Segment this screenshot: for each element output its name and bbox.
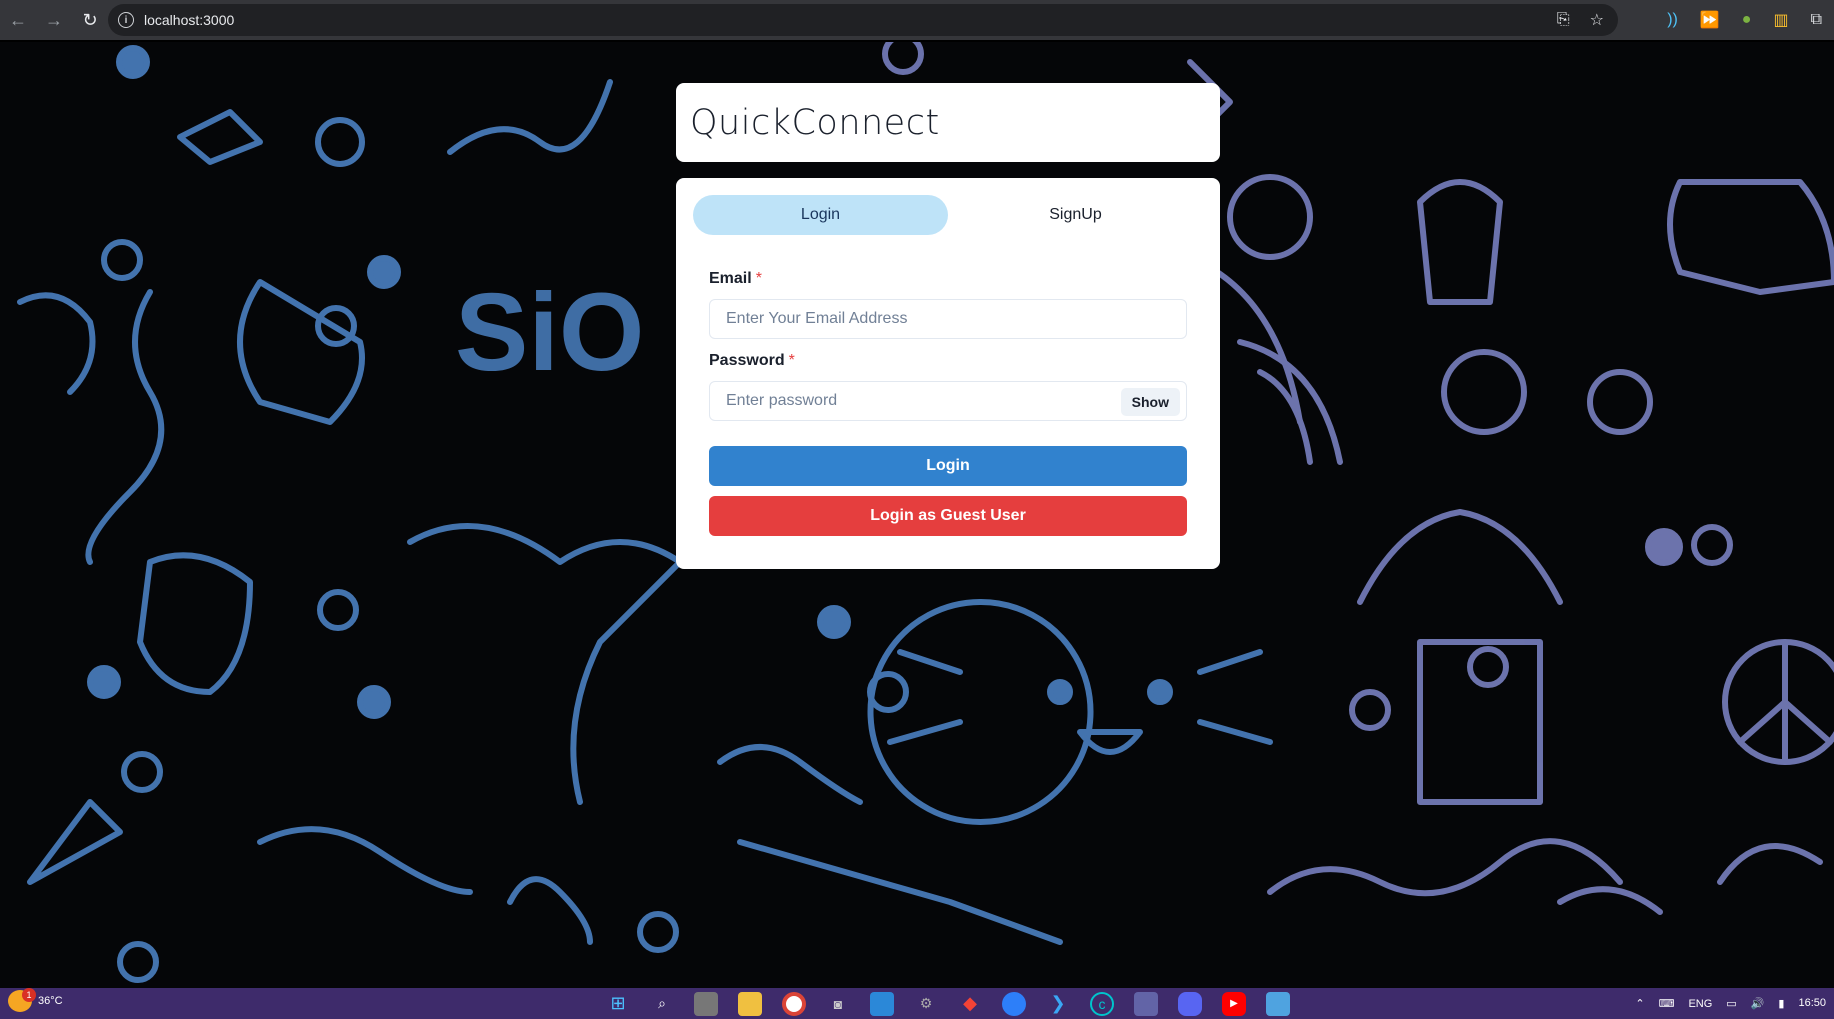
browser-toolbar: ← → ↻ i localhost:3000 ⎘ ☆ )) ⏩ ● ▥ ⧉ [0,0,1834,40]
site-info-icon[interactable]: i [118,12,134,28]
weather-temp: 36°C [38,995,63,1007]
password-input[interactable] [726,392,1186,410]
chevron-up-icon[interactable]: ⌃ [1635,997,1644,1010]
camera-icon[interactable]: ◙ [826,992,850,1016]
teams-icon[interactable] [1134,991,1158,1016]
forward-icon[interactable]: → [36,2,72,38]
email-label-text: Email [709,270,752,287]
background-sio-glyph: SiO [455,271,645,394]
network-icon[interactable]: ▭ [1726,997,1736,1010]
weather-sun-icon: 1 [8,988,36,1012]
install-app-icon[interactable]: ⎘ [1557,11,1570,29]
clock[interactable]: 16:50 [1798,997,1826,1010]
guest-login-button[interactable]: Login as Guest User [709,496,1187,536]
extension-chart-icon[interactable]: ▥ [1773,10,1788,30]
url-text[interactable]: localhost:3000 [144,12,234,28]
windows-start-icon[interactable]: ⊞ [606,992,630,1016]
app-title: QuickConnect [690,102,940,143]
email-required-mark: * [755,270,762,287]
email-input[interactable] [726,310,1186,328]
chrome-icon[interactable] [782,991,806,1016]
back-icon[interactable]: ← [0,2,36,38]
bookmark-star-icon[interactable]: ☆ [1590,10,1604,30]
taskbar-apps: ⊞ ⌕ ◙ ⚙ ◆ ❯ c ▶ [606,988,1290,1019]
email-label: Email * [709,270,762,288]
auth-tabs: Login SignUp [693,195,1203,235]
tab-signup[interactable]: SignUp [948,195,1203,235]
weather-badge: 1 [22,988,36,1002]
show-password-button[interactable]: Show [1120,388,1180,416]
address-bar[interactable]: i localhost:3000 ⎘ ☆ [108,4,1618,36]
edge-icon[interactable] [1002,991,1026,1016]
system-tray: ⌃ ⌨ ENG ▭ 🔊 ▮ 16:50 [1635,988,1826,1019]
settings-icon[interactable]: ⚙ [914,992,938,1016]
auth-card: Login SignUp Email* Password* Show Login… [676,178,1220,569]
keyboard-icon[interactable]: ⌨ [1659,997,1675,1010]
file-explorer-icon[interactable] [738,991,762,1016]
task-view-icon[interactable] [694,991,718,1016]
discord-icon[interactable] [1178,991,1202,1016]
login-button[interactable]: Login [709,446,1187,486]
battery-icon[interactable]: ▮ [1778,997,1784,1010]
tab-login[interactable]: Login [693,195,948,235]
password-required-mark: * [788,352,795,369]
canva-icon[interactable]: c [1090,991,1114,1016]
extensions-puzzle-icon[interactable]: ⧉ [1811,11,1822,29]
taskbar: 1 36°C ⊞ ⌕ ◙ ⚙ ◆ ❯ c ▶ ⌃ ⌨ ENG ▭ 🔊 ▮ 16:… [0,988,1834,1019]
vscode-icon[interactable]: ❯ [1046,992,1070,1016]
youtube-icon[interactable]: ▶ [1222,991,1246,1016]
email-field[interactable] [709,299,1187,339]
extension-fastforward-icon[interactable]: ⏩ [1700,10,1720,30]
password-label-text: Password [709,352,785,369]
extension-globe-icon[interactable]: ● [1742,11,1752,29]
git-icon[interactable]: ◆ [958,992,982,1016]
language-indicator[interactable]: ENG [1688,998,1712,1010]
volume-icon[interactable]: 🔊 [1751,997,1765,1010]
notepad-icon[interactable] [1266,991,1290,1016]
password-label: Password * [709,352,795,370]
password-field[interactable]: Show [709,381,1187,421]
extension-wave-icon[interactable]: )) [1667,11,1678,29]
store-icon[interactable] [870,991,894,1016]
clock-time: 16:50 [1798,997,1826,1009]
weather-widget[interactable]: 1 36°C [8,988,63,1012]
search-icon[interactable]: ⌕ [650,992,674,1016]
app-header: QuickConnect [676,83,1220,162]
reload-icon[interactable]: ↻ [72,2,108,38]
